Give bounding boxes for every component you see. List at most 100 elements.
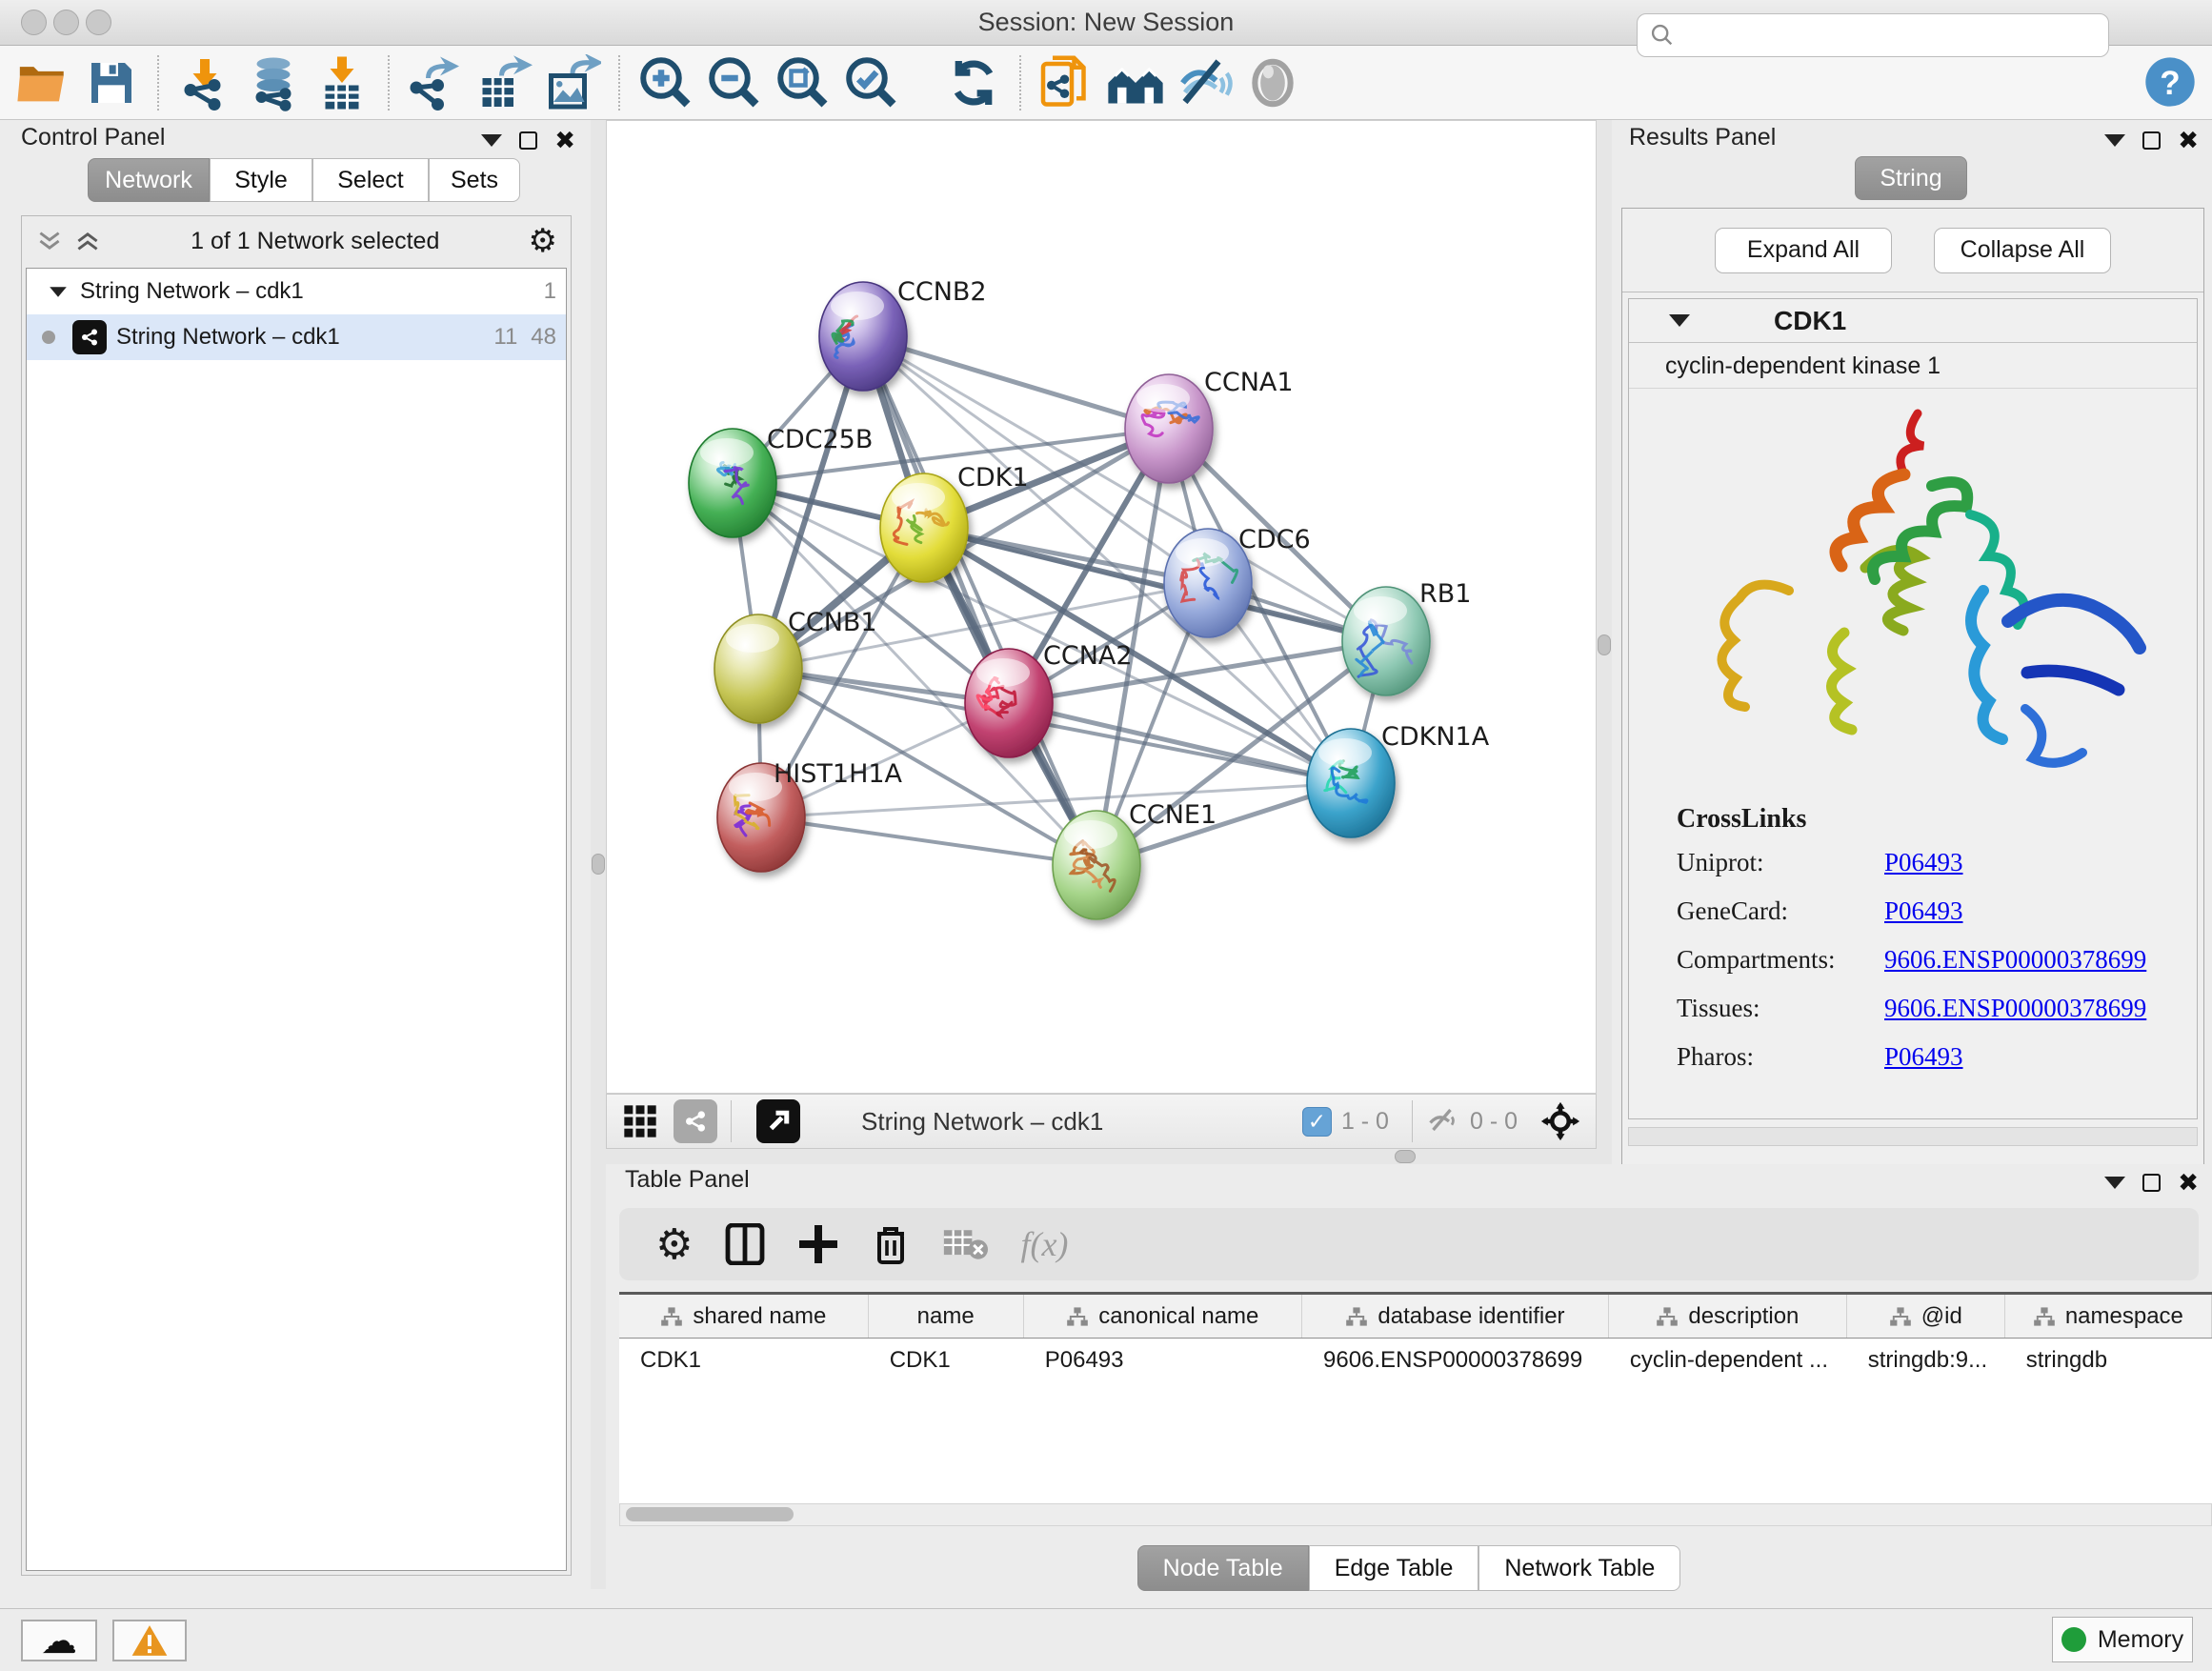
close-panel-icon[interactable]: ✖ — [554, 128, 575, 152]
network-node-rb1[interactable] — [1342, 587, 1430, 695]
table-cell[interactable]: stringdb — [2005, 1339, 2212, 1382]
table-cell[interactable]: stringdb:9... — [1847, 1339, 2005, 1382]
float-panel-icon[interactable] — [2142, 131, 2161, 150]
grid-view-icon[interactable] — [618, 1099, 662, 1143]
network-node-ccna2[interactable] — [965, 649, 1053, 757]
close-panel-icon[interactable]: ✖ — [2178, 1170, 2199, 1195]
panel-menu-icon[interactable] — [2104, 134, 2125, 147]
refresh-icon[interactable] — [944, 53, 1003, 112]
column-header-namespace[interactable]: namespace — [2005, 1295, 2212, 1338]
network-node-ccna1[interactable] — [1125, 374, 1213, 483]
network-node-ccne1[interactable] — [1053, 811, 1140, 919]
right-splitter[interactable] — [1597, 120, 1612, 1157]
tab-edge-table[interactable]: Edge Table — [1309, 1545, 1479, 1591]
column-header-database-identifier[interactable]: database identifier — [1302, 1295, 1609, 1338]
string-home-icon[interactable] — [1106, 53, 1165, 112]
expand-all-icon[interactable] — [73, 230, 102, 252]
collapse-all-button[interactable]: Collapse All — [1934, 228, 2111, 273]
float-panel-icon[interactable] — [2142, 1174, 2161, 1192]
crosslink-link[interactable]: P06493 — [1884, 896, 1963, 926]
network-node-cdk1[interactable] — [880, 473, 968, 582]
table-settings-gear-icon[interactable]: ⚙ — [655, 1220, 693, 1269]
network-view-icon[interactable] — [674, 1099, 717, 1143]
tab-style[interactable]: Style — [210, 158, 312, 202]
tab-string[interactable]: String — [1855, 156, 1967, 200]
hide-unhide-icon[interactable] — [1175, 53, 1234, 112]
table-cell[interactable]: 9606.ENSP00000378699 — [1302, 1339, 1609, 1382]
memory-button[interactable]: Memory — [2052, 1617, 2193, 1662]
collapse-collection-icon[interactable] — [50, 287, 67, 296]
delete-column-icon[interactable] — [872, 1222, 910, 1266]
function-builder-icon[interactable]: f(x) — [1020, 1224, 1068, 1264]
table-row[interactable]: CDK1CDK1P064939606.ENSP00000378699cyclin… — [619, 1339, 2212, 1382]
toggle-details-icon[interactable] — [1243, 53, 1302, 112]
birds-eye-view-icon[interactable] — [756, 1099, 800, 1143]
zoom-fit-icon[interactable] — [774, 53, 833, 112]
help-icon[interactable]: ? — [2143, 55, 2197, 113]
network-row[interactable]: String Network – cdk1 11 48 — [27, 314, 566, 360]
save-session-icon[interactable] — [82, 53, 141, 112]
panel-menu-icon[interactable] — [2104, 1177, 2125, 1189]
table-cell[interactable]: CDK1 — [869, 1339, 1024, 1382]
tab-network[interactable]: Network — [88, 158, 210, 202]
table-horizontal-scrollbar[interactable] — [619, 1503, 2212, 1526]
show-columns-icon[interactable] — [725, 1223, 765, 1265]
cloud-icon[interactable]: ☁ — [21, 1620, 97, 1661]
zoom-selected-icon[interactable] — [842, 53, 901, 112]
search-input[interactable] — [1676, 22, 2108, 49]
open-session-icon[interactable] — [13, 53, 72, 112]
selected-nodes-checkbox-icon[interactable]: ✓ — [1302, 1107, 1332, 1137]
search-field[interactable] — [1637, 13, 2109, 57]
crosslink-link[interactable]: 9606.ENSP00000378699 — [1884, 994, 2146, 1023]
column-header-canonical-name[interactable]: canonical name — [1024, 1295, 1302, 1338]
tab-sets[interactable]: Sets — [429, 158, 520, 202]
warning-icon[interactable] — [112, 1620, 187, 1661]
table-cell[interactable]: P06493 — [1024, 1339, 1302, 1382]
tab-select[interactable]: Select — [312, 158, 429, 202]
close-panel-icon[interactable]: ✖ — [2178, 128, 2199, 152]
table-toolbar: ⚙ f(x) — [619, 1208, 2199, 1280]
collapse-all-icon[interactable] — [35, 230, 64, 252]
column-header-description[interactable]: description — [1609, 1295, 1847, 1338]
share-document-icon[interactable] — [1037, 53, 1096, 112]
crosslink-link[interactable]: P06493 — [1884, 1042, 1963, 1072]
zoom-out-icon[interactable] — [705, 53, 764, 112]
fit-content-icon[interactable] — [1538, 1099, 1582, 1143]
float-panel-icon[interactable] — [519, 131, 537, 150]
left-splitter[interactable] — [591, 120, 606, 1589]
export-image-icon[interactable] — [543, 53, 602, 112]
results-scrollbar[interactable] — [1628, 1127, 2198, 1146]
network-node-ccnb2[interactable] — [819, 282, 907, 391]
tab-node-table[interactable]: Node Table — [1137, 1545, 1309, 1591]
node-label-cdc25b: CDC25B — [767, 425, 873, 454]
add-column-icon[interactable] — [797, 1223, 839, 1265]
network-collection-row[interactable]: String Network – cdk1 1 — [27, 269, 566, 314]
network-node-cdc25b[interactable] — [689, 429, 776, 537]
column-header-id[interactable]: @id — [1847, 1295, 2005, 1338]
import-table-file-icon[interactable] — [312, 53, 372, 112]
tab-network-table[interactable]: Network Table — [1478, 1545, 1680, 1591]
crosslink-link[interactable]: P06493 — [1884, 848, 1963, 877]
column-header-name[interactable]: name — [869, 1295, 1024, 1338]
table-cell[interactable]: cyclin-dependent ... — [1609, 1339, 1847, 1382]
table-cell[interactable]: CDK1 — [619, 1339, 869, 1382]
expand-all-button[interactable]: Expand All — [1715, 228, 1892, 273]
collapse-section-icon[interactable] — [1669, 314, 1690, 327]
scrollbar-thumb[interactable] — [626, 1507, 794, 1521]
crosslink-link[interactable]: 9606.ENSP00000378699 — [1884, 945, 2146, 975]
delete-table-icon[interactable] — [942, 1225, 988, 1263]
hidden-elements-icon[interactable] — [1426, 1104, 1460, 1138]
network-options-gear-icon[interactable]: ⚙ — [529, 222, 557, 260]
column-header-shared-name[interactable]: shared name — [619, 1295, 869, 1338]
panel-menu-icon[interactable] — [481, 134, 502, 147]
node-label-hist1h1a: HIST1H1A — [774, 759, 903, 789]
export-table-icon[interactable] — [474, 53, 533, 112]
protein-structure-image — [1646, 394, 2180, 804]
zoom-in-icon[interactable] — [636, 53, 695, 112]
table-panel-title: Table Panel — [625, 1166, 750, 1194]
gene-section-header[interactable]: CDK1 — [1629, 299, 2197, 343]
import-network-database-icon[interactable] — [244, 53, 303, 112]
import-network-file-icon[interactable] — [175, 53, 234, 112]
network-canvas[interactable]: CCNB2CCNA1CDC25BCDK1CDC6RB1CCNB1CCNA2CDK… — [606, 120, 1597, 1094]
export-network-icon[interactable] — [406, 53, 465, 112]
